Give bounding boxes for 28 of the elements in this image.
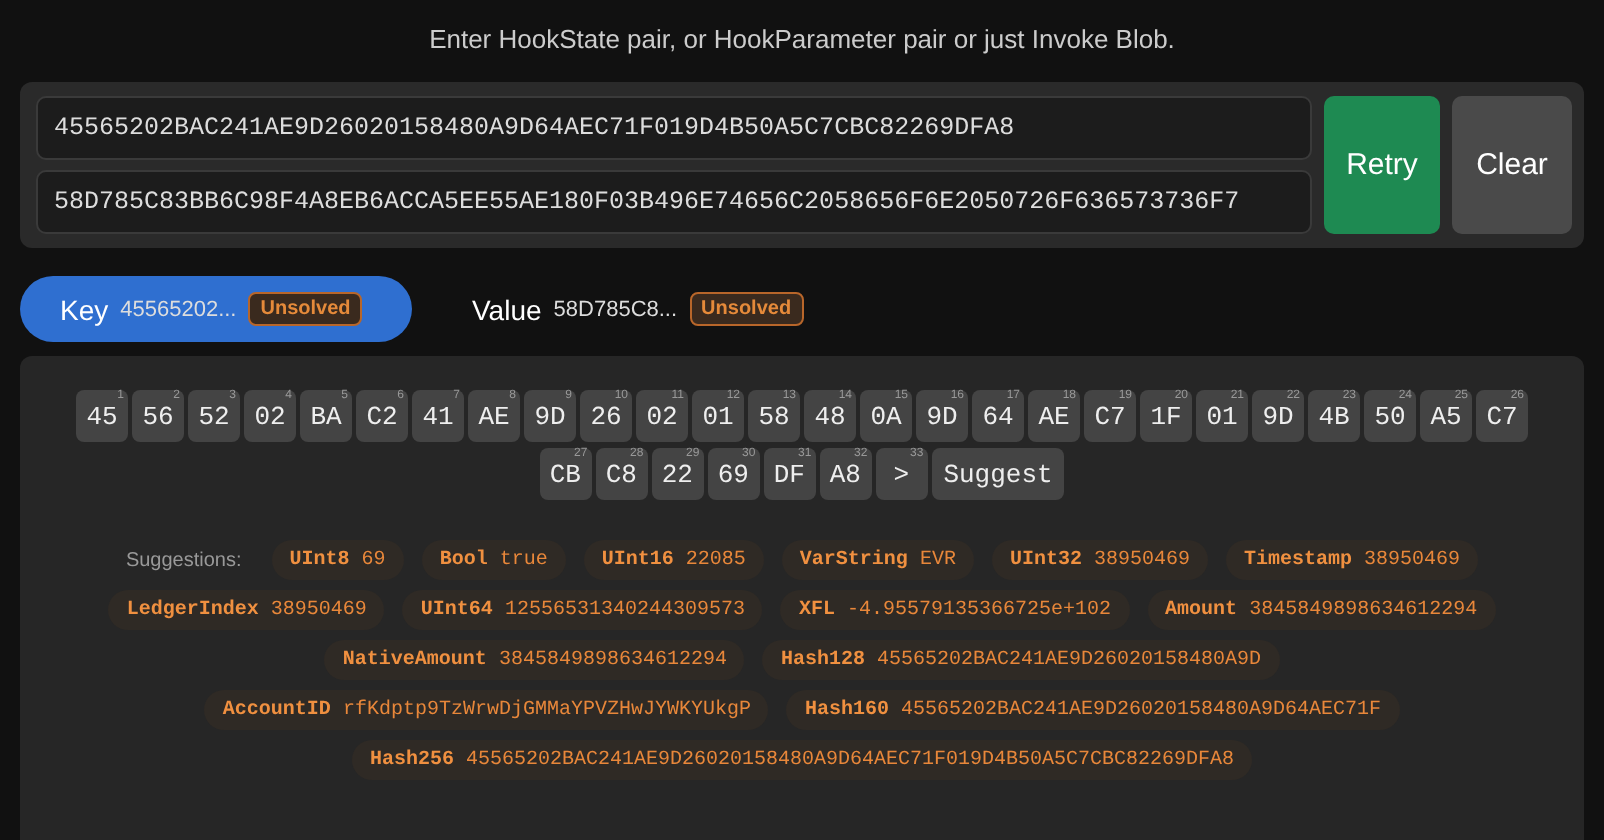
clear-button[interactable]: Clear	[1452, 96, 1572, 234]
hex-input-field[interactable]: 58D785C83BB6C98F4A8EB6ACCA5EE55AE180F03B496E74656C2058656F6E2050726F636573736F7	[36, 170, 1312, 234]
suggestions-label: Suggestions:	[125, 549, 242, 571]
suggestion-chip[interactable]: Amount 3845849898634612294	[1147, 590, 1496, 630]
suggestion-chip[interactable]: UInt8 69	[271, 540, 404, 580]
suggestion-chip[interactable]: Hash128 45565202BAC241AE9D26020158480A9D	[762, 640, 1280, 680]
suggest-button[interactable]: Suggest	[931, 448, 1065, 500]
suggestion-chip[interactable]: UInt32 38950469	[991, 540, 1208, 580]
tab-preview: 58D785C8...	[553, 297, 678, 321]
suggestion-chip[interactable]: XFL -4.95579135366725e+102	[780, 590, 1130, 630]
suggestion-chip[interactable]: UInt16 22085	[583, 540, 764, 580]
tab[interactable]: Value 58D785C8... Unsolved	[432, 276, 844, 342]
suggestion-chip[interactable]: UInt64 12556531340244309573	[402, 590, 763, 630]
status-badge: Unsolved	[689, 292, 804, 326]
retry-button[interactable]: Retry	[1324, 96, 1440, 234]
instruction-text: Enter HookState pair, or HookParameter pair or just Invoke Blob.	[427, 24, 1177, 54]
suggestion-chip[interactable]: Bool true	[421, 540, 566, 580]
hex-input-field[interactable]: 45565202BAC241AE9D26020158480A9D64AEC71F019D4B50A5C7CBC82269DFA8	[36, 96, 1312, 160]
tab[interactable]: Key 45565202... Unsolved	[20, 276, 412, 342]
suggestion-chip[interactable]: LedgerIndex 38950469	[108, 590, 385, 630]
suggestion-chip[interactable]: VarString EVR	[781, 540, 974, 580]
tab-preview: 45565202...	[120, 297, 237, 321]
suggestion-chip[interactable]: Hash256 45565202BAC241AE9D26020158480A9D64AEC71F019D4B50A5C7CBC82269DFA8	[351, 740, 1253, 780]
status-badge: Unsolved	[248, 292, 363, 326]
suggestion-chip[interactable]: AccountID rfKdptp9TzWrwDjGMMaYPVZHwJYWKYUkgP	[204, 690, 769, 730]
suggestion-chip[interactable]: NativeAmount 3845849898634612294	[324, 640, 745, 680]
suggestion-chip[interactable]: Timestamp 38950469	[1226, 540, 1479, 580]
suggestion-chip[interactable]: Hash160 45565202BAC241AE9D26020158480A9D64AEC71F	[786, 690, 1400, 730]
